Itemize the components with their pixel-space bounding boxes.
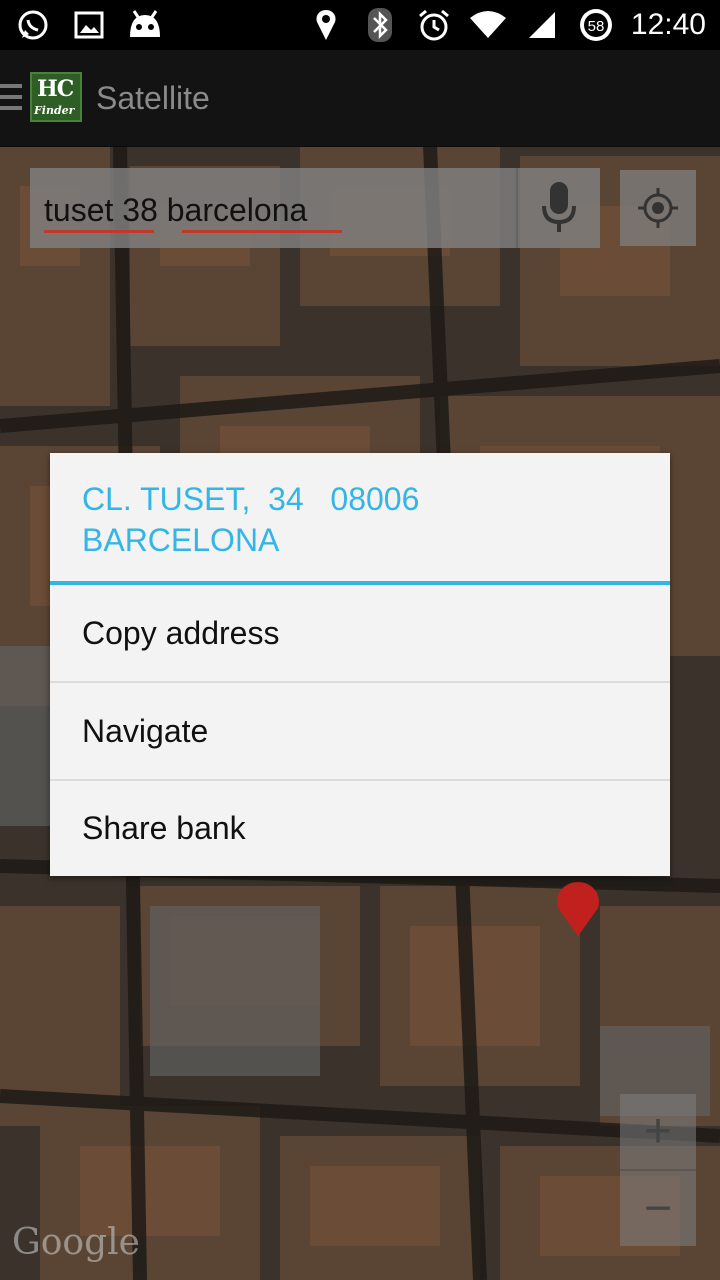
battery-icon: 58 bbox=[577, 6, 615, 44]
crosshair-icon bbox=[638, 188, 678, 228]
android-icon bbox=[126, 6, 164, 44]
menu-item-label: Share bank bbox=[82, 810, 246, 846]
bluetooth-icon bbox=[361, 6, 399, 44]
zoom-in-label: + bbox=[643, 1105, 673, 1158]
menu-item-share-bank[interactable]: Share bank bbox=[50, 781, 670, 876]
app-logo-sub: Finder bbox=[34, 104, 75, 117]
dialog-title: CL. TUSET, 34 08006 BARCELONA bbox=[82, 481, 420, 558]
menu-item-label: Copy address bbox=[82, 615, 280, 651]
location-icon bbox=[307, 6, 345, 44]
address-context-dialog: CL. TUSET, 34 08006 BARCELONA Copy addre… bbox=[50, 453, 670, 876]
clock: 12:40 bbox=[630, 8, 706, 41]
zoom-in-button[interactable]: + bbox=[620, 1094, 696, 1169]
alarm-icon bbox=[415, 6, 453, 44]
search-input[interactable] bbox=[44, 192, 504, 229]
search-box bbox=[30, 168, 600, 248]
app-logo[interactable]: HC Finder bbox=[30, 72, 82, 122]
signal-icon bbox=[523, 6, 561, 44]
my-location-button[interactable] bbox=[620, 170, 696, 246]
menu-item-navigate[interactable]: Navigate bbox=[50, 683, 670, 779]
voice-search-button[interactable] bbox=[516, 168, 600, 248]
zoom-controls: + − bbox=[620, 1094, 696, 1246]
zoom-out-label: − bbox=[643, 1182, 673, 1235]
google-attribution: Google bbox=[12, 1222, 140, 1263]
spellcheck-underline bbox=[182, 230, 342, 233]
app-logo-main: HC bbox=[37, 76, 74, 102]
action-bar-title[interactable]: Satellite bbox=[96, 80, 210, 117]
whatsapp-icon bbox=[14, 6, 52, 44]
image-icon bbox=[70, 6, 108, 44]
menu-item-label: Navigate bbox=[82, 713, 209, 749]
wifi-icon bbox=[469, 6, 507, 44]
menu-item-copy-address[interactable]: Copy address bbox=[50, 585, 670, 681]
action-bar: HC Finder Satellite bbox=[0, 50, 720, 147]
status-bar: 58 12:40 bbox=[0, 0, 720, 50]
zoom-out-button[interactable]: − bbox=[620, 1171, 696, 1246]
microphone-icon bbox=[542, 182, 576, 232]
spellcheck-underline bbox=[44, 230, 154, 233]
drawer-menu-icon[interactable] bbox=[0, 84, 22, 114]
battery-level: 58 bbox=[588, 18, 605, 35]
